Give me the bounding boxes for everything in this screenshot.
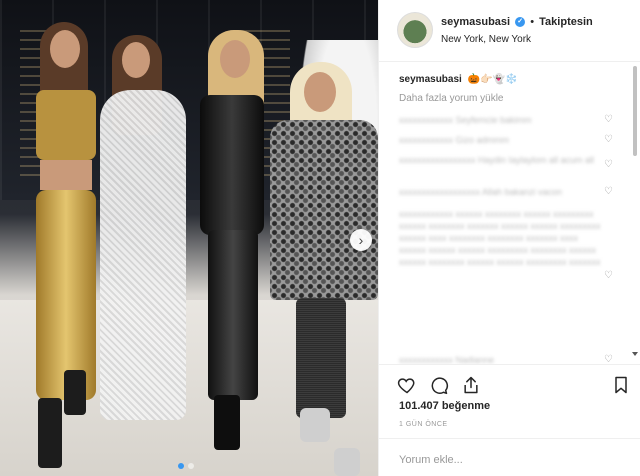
verified-badge-icon: ✓ — [515, 17, 526, 28]
caption-username[interactable]: seymasubasi — [399, 74, 462, 85]
person-face — [50, 30, 80, 68]
silver-sneaker — [334, 448, 360, 476]
action-bar — [379, 364, 640, 404]
add-comment-bar[interactable]: Yorum ekle... — [379, 438, 640, 476]
likes-label: beğenme — [441, 400, 491, 412]
comments-list: seymasubasi 🎃👉🏻👻❄️ Daha fazla yorum yükl… — [379, 62, 640, 364]
person-midriff — [40, 160, 92, 190]
post-header: seymasubasi ✓ • Takiptesin New York, New… — [379, 0, 640, 62]
comment-button[interactable] — [427, 373, 451, 397]
chevron-right-icon: › — [358, 232, 364, 248]
post-photo[interactable]: › — [0, 0, 378, 476]
comment-like-heart-icon[interactable]: ♡ — [604, 134, 613, 145]
load-more-comments-button[interactable]: Daha fazla yorum yükle — [399, 93, 504, 104]
carousel-dots — [178, 463, 194, 469]
bookmark-icon — [615, 376, 627, 394]
separator: • — [530, 16, 535, 28]
black-boot — [64, 370, 86, 415]
comment-like-heart-icon[interactable]: ♡ — [604, 114, 613, 125]
post-timestamp[interactable]: 1 GÜN ÖNCE — [399, 421, 448, 428]
follow-status-button[interactable]: Takiptesin — [539, 16, 593, 28]
heart-icon — [397, 378, 415, 394]
scrollbar-thumb[interactable] — [633, 66, 637, 156]
likes-count[interactable]: 101.407 beğenme — [399, 400, 490, 412]
share-button[interactable] — [459, 373, 483, 397]
scroll-down-arrow-icon[interactable] — [632, 352, 638, 356]
caption: seymasubasi 🎃👉🏻👻❄️ — [399, 74, 517, 85]
gold-top — [36, 90, 96, 160]
black-leather-pants — [208, 230, 258, 400]
comment-like-heart-icon[interactable]: ♡ — [604, 159, 613, 170]
person-face — [220, 40, 250, 78]
carousel-dot — [178, 463, 184, 469]
comment-icon — [431, 377, 449, 395]
list-item: xxxxxxxxxxxx xxxxxx xxxxxxxx xxxxxx xxxx… — [399, 209, 601, 267]
likes-number: 101.407 — [399, 400, 439, 412]
silver-sneaker — [300, 408, 330, 442]
post-side-panel: seymasubasi ✓ • Takiptesin New York, New… — [378, 0, 640, 476]
comment-like-heart-icon[interactable]: ♡ — [604, 270, 613, 281]
avatar[interactable] — [397, 12, 433, 48]
username-link[interactable]: seymasubasi — [441, 16, 510, 28]
white-lace-dress — [100, 90, 186, 420]
save-button[interactable] — [609, 373, 633, 397]
comment-input[interactable]: Yorum ekle... — [399, 454, 463, 466]
comment-like-heart-icon[interactable]: ♡ — [604, 186, 613, 197]
carousel-dot — [188, 463, 194, 469]
gold-leggings — [36, 190, 96, 400]
fishnet-legs — [296, 298, 346, 418]
list-item: xxxxxxxxxxxx Seyfemcie bakimm — [399, 115, 532, 125]
caption-text: 🎃👉🏻👻❄️ — [467, 74, 518, 85]
list-item: xxxxxxxxxxxx Nadianne — [399, 355, 495, 364]
post-username-row: seymasubasi ✓ • Takiptesin — [441, 16, 593, 28]
list-item: xxxxxxxxxxxxxxxxxx Allah bakanzi vacon — [399, 187, 563, 197]
person-face — [304, 72, 336, 112]
black-leather-top — [200, 95, 264, 235]
black-boot — [38, 398, 62, 468]
person-face — [122, 42, 150, 78]
share-icon — [464, 376, 478, 394]
comments-scrollbar[interactable] — [632, 62, 638, 362]
list-item: xxxxxxxxxxxxxxxxx Haydin Iaylaylom all a… — [399, 155, 595, 165]
comment-like-heart-icon[interactable]: ♡ — [604, 354, 613, 364]
leopard-dress — [270, 120, 378, 300]
list-item: xxxxxxxxxxxx Gizo admmm — [399, 135, 510, 145]
like-button[interactable] — [395, 373, 419, 397]
black-boot — [214, 395, 240, 450]
location-link[interactable]: New York, New York — [441, 34, 531, 45]
next-photo-button[interactable]: › — [350, 229, 372, 251]
